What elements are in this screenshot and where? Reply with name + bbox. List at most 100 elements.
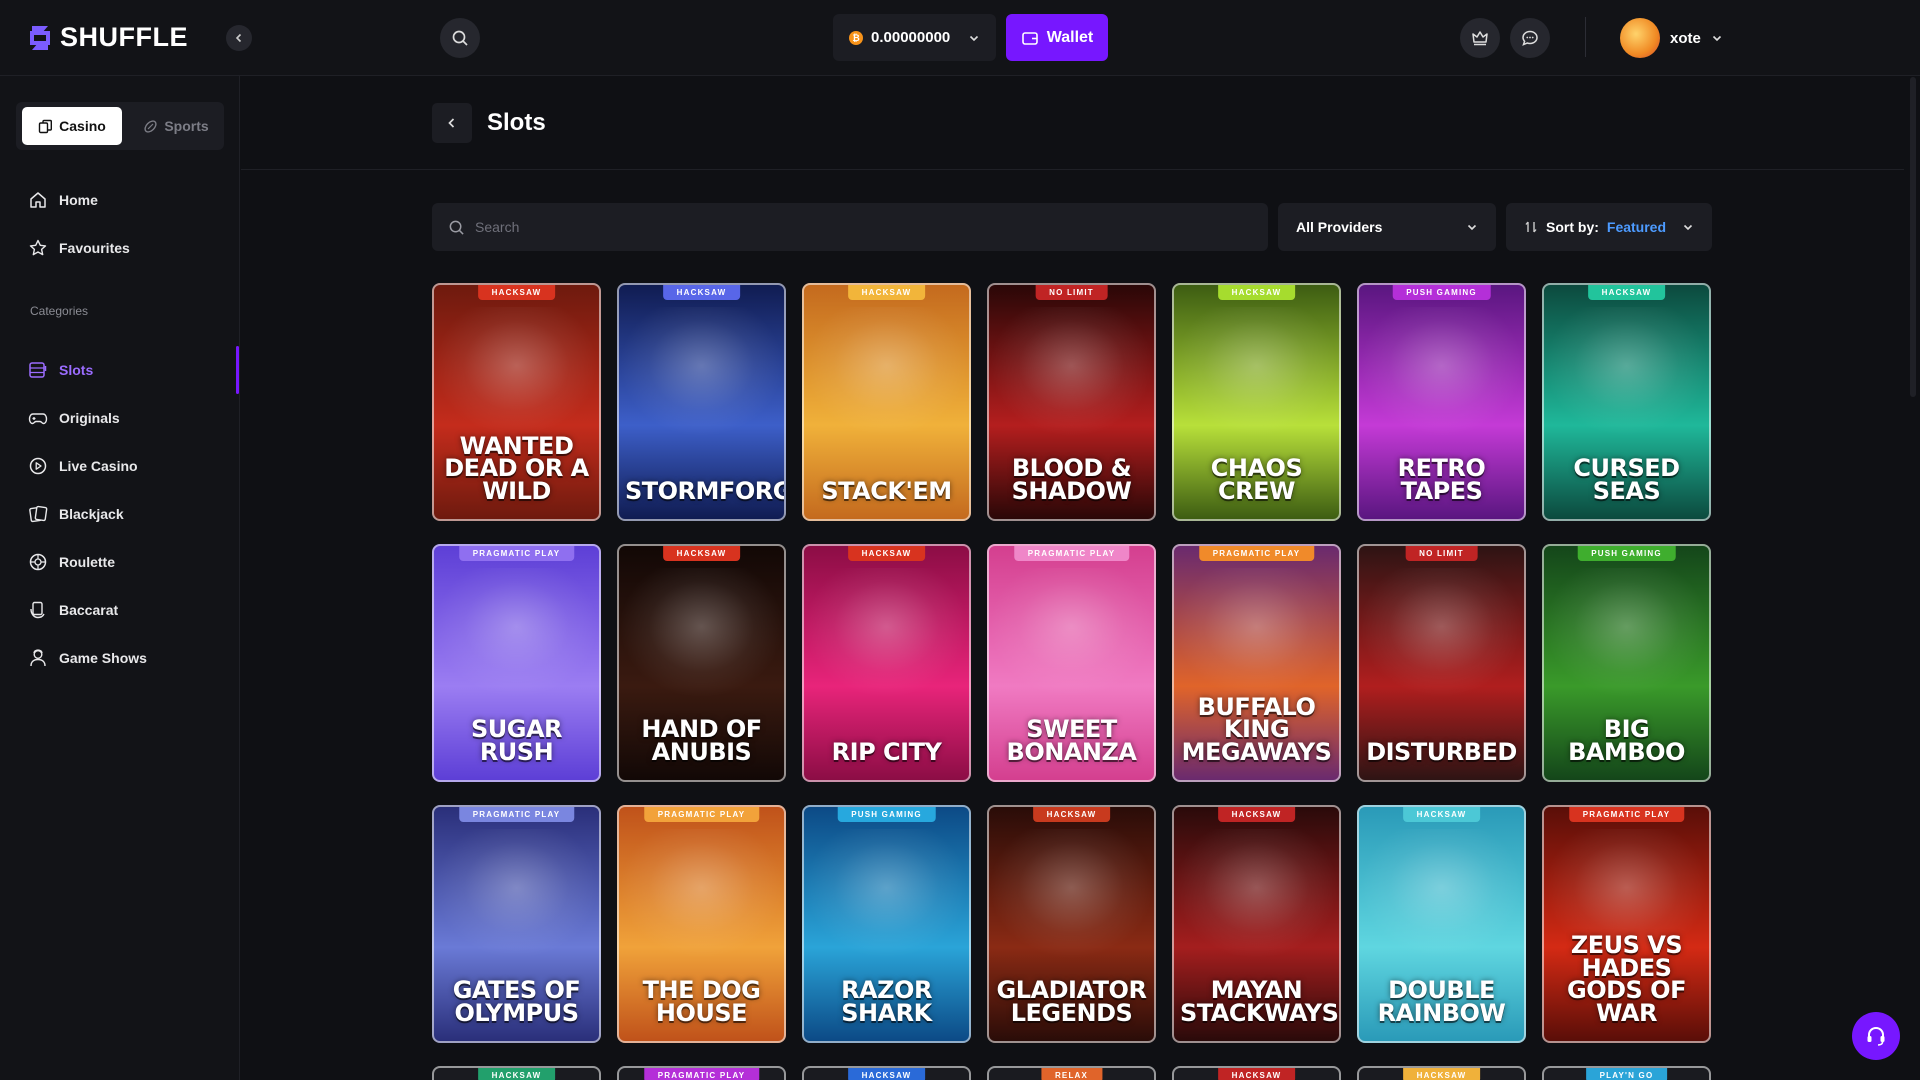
top-bar: SHUFFLE ₿ 0.00000000 Wallet xote xyxy=(0,0,1920,76)
game-card[interactable]: PLAY'N GO xyxy=(1542,1066,1711,1080)
game-card[interactable]: PRAGMATIC PLAY The Dog House xyxy=(617,805,786,1043)
game-card[interactable]: HACKSAW Cursed Seas xyxy=(1542,283,1711,521)
wallet-icon xyxy=(1021,31,1038,45)
sidebar-item-label: Favourites xyxy=(59,240,130,256)
chevron-down-icon xyxy=(1683,224,1693,231)
game-card[interactable]: HACKSAW xyxy=(1357,1066,1526,1080)
sidebar-item-home[interactable]: Home xyxy=(28,190,98,210)
balance-amount: 0.00000000 xyxy=(871,29,951,46)
balance-selector[interactable]: ₿ 0.00000000 xyxy=(833,14,996,61)
game-card[interactable]: PUSH GAMING Retro Tapes xyxy=(1357,283,1526,521)
game-card[interactable]: HACKSAW Mayan Stackways xyxy=(1172,805,1341,1043)
game-title: The Dog House xyxy=(642,976,761,1028)
sidebar-item-baccarat[interactable]: Baccarat xyxy=(28,600,118,620)
provider-tag: HACKSAW xyxy=(1032,807,1111,822)
game-card[interactable]: HACKSAW Hand of Anubis xyxy=(617,544,786,782)
main-content: Slots All Providers Sort by: Featured HA… xyxy=(241,77,1904,1080)
game-card[interactable]: HACKSAW xyxy=(432,1066,601,1080)
active-indicator xyxy=(236,346,239,394)
game-artwork xyxy=(804,307,969,437)
game-card[interactable]: PRAGMATIC PLAY Sugar Rush xyxy=(432,544,601,782)
game-card[interactable]: HACKSAW Stack'Em xyxy=(802,283,971,521)
baccarat-icon xyxy=(30,601,45,619)
scrollbar-thumb[interactable] xyxy=(1910,77,1916,397)
game-artwork xyxy=(804,568,969,698)
header-divider xyxy=(1585,17,1586,57)
sidebar-item-blackjack[interactable]: Blackjack xyxy=(28,504,124,524)
game-title: Mayan Stackways xyxy=(1180,976,1339,1028)
chat-icon xyxy=(1522,30,1538,46)
vip-button[interactable] xyxy=(1460,18,1500,58)
game-artwork xyxy=(1174,568,1339,698)
game-title: Sweet Bonanza xyxy=(1006,715,1137,767)
game-card[interactable]: PRAGMATIC PLAY Buffalo King Megaways xyxy=(1172,544,1341,782)
game-card[interactable]: PRAGMATIC PLAY Sweet Bonanza xyxy=(987,544,1156,782)
play-circle-icon xyxy=(29,457,47,475)
provider-tag: PRAGMATIC PLAY xyxy=(1198,546,1315,561)
game-card[interactable]: HACKSAW Wanted Dead or a Wild xyxy=(432,283,601,521)
sidebar-item-label: Slots xyxy=(59,362,94,378)
roulette-icon xyxy=(29,553,47,571)
provider-tag: HACKSAW xyxy=(847,285,926,300)
sidebar-item-live-casino[interactable]: Live Casino xyxy=(28,456,138,476)
chevron-down-icon xyxy=(1467,224,1477,231)
game-card[interactable]: RELAX xyxy=(987,1066,1156,1080)
sort-dropdown[interactable]: Sort by: Featured xyxy=(1506,203,1712,251)
provider-tag: HACKSAW xyxy=(477,1068,556,1080)
provider-tag: PUSH GAMING xyxy=(1577,546,1676,561)
brand-logo[interactable]: SHUFFLE xyxy=(28,22,188,53)
game-artwork xyxy=(804,829,969,959)
game-search[interactable] xyxy=(432,203,1268,251)
crown-icon xyxy=(1472,31,1488,46)
provider-tag: PRAGMATIC PLAY xyxy=(643,1068,760,1080)
game-card[interactable]: PUSH GAMING Razor Shark xyxy=(802,805,971,1043)
game-card[interactable]: HACKSAW Double Rainbow xyxy=(1357,805,1526,1043)
game-card[interactable]: NO LIMIT Disturbed xyxy=(1357,544,1526,782)
game-card[interactable]: HACKSAW xyxy=(1172,1066,1341,1080)
page-scrollbar[interactable] xyxy=(1906,77,1920,397)
game-artwork xyxy=(989,829,1154,959)
page-title: Slots xyxy=(487,109,546,136)
game-artwork xyxy=(1359,568,1524,698)
chevron-left-icon xyxy=(448,118,455,128)
sports-ball-icon xyxy=(144,119,157,133)
game-card[interactable]: HACKSAW Chaos Crew xyxy=(1172,283,1341,521)
sidebar-item-slots[interactable]: Slots xyxy=(28,360,93,380)
star-icon xyxy=(29,239,47,256)
game-card[interactable]: PRAGMATIC PLAY Gates of Olympus xyxy=(432,805,601,1043)
provider-tag: HACKSAW xyxy=(847,546,926,561)
game-artwork xyxy=(434,307,599,437)
back-button[interactable] xyxy=(432,103,472,143)
support-chat-button[interactable] xyxy=(1852,1012,1900,1060)
wallet-button[interactable]: Wallet xyxy=(1006,14,1108,61)
search-input[interactable] xyxy=(475,219,1235,235)
game-card[interactable]: PRAGMATIC PLAY Zeus vs Hades Gods of War xyxy=(1542,805,1711,1043)
game-card[interactable]: HACKSAW Gladiator Legends xyxy=(987,805,1156,1043)
game-card[interactable]: PUSH GAMING Big Bamboo xyxy=(1542,544,1711,782)
sidebar-item-favourites[interactable]: Favourites xyxy=(28,238,130,258)
game-title: Sugar Rush xyxy=(470,715,563,767)
game-card[interactable]: NO LIMIT Blood & Shadow xyxy=(987,283,1156,521)
game-card[interactable]: HACKSAW Stormforged xyxy=(617,283,786,521)
game-card[interactable]: HACKSAW xyxy=(802,1066,971,1080)
sidebar-item-roulette[interactable]: Roulette xyxy=(28,552,115,572)
chevron-left-icon xyxy=(235,33,242,43)
sidebar-collapse-button[interactable] xyxy=(226,25,252,51)
providers-dropdown[interactable]: All Providers xyxy=(1278,203,1496,251)
sports-tab[interactable]: Sports xyxy=(134,107,218,145)
chat-button[interactable] xyxy=(1510,18,1550,58)
casino-tab[interactable]: Casino xyxy=(22,107,122,145)
search-icon xyxy=(452,30,468,46)
global-search-button[interactable] xyxy=(440,18,480,58)
provider-tag: HACKSAW xyxy=(662,285,741,300)
wallet-label: Wallet xyxy=(1046,28,1094,46)
game-card[interactable]: PRAGMATIC PLAY xyxy=(617,1066,786,1080)
sidebar-item-originals[interactable]: Originals xyxy=(28,408,120,428)
provider-tag: PRAGMATIC PLAY xyxy=(458,807,575,822)
sidebar-item-game-shows[interactable]: Game Shows xyxy=(28,648,147,668)
provider-tag: HACKSAW xyxy=(1402,1068,1481,1080)
user-menu[interactable]: xote xyxy=(1620,18,1723,58)
game-card[interactable]: HACKSAW Rip City xyxy=(802,544,971,782)
game-title: Stack'Em xyxy=(821,477,952,506)
provider-tag: HACKSAW xyxy=(1402,807,1481,822)
